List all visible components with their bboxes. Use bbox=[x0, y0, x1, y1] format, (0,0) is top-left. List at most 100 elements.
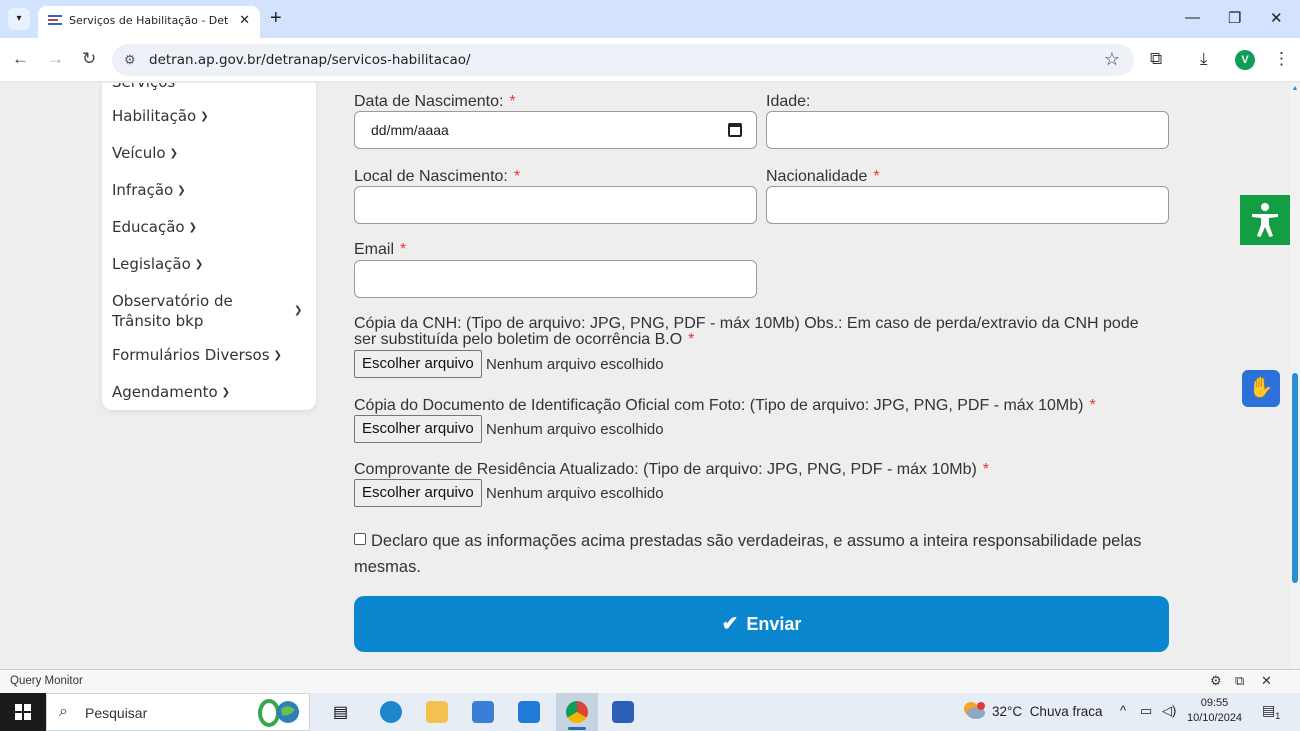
volume-icon[interactable]: ◁) bbox=[1162, 703, 1176, 719]
store-icon bbox=[472, 701, 494, 723]
declaration-text: Declaro que as informações acima prestad… bbox=[354, 532, 1142, 576]
search-placeholder: Pesquisar bbox=[85, 705, 148, 721]
age-label: Idade: bbox=[766, 93, 811, 110]
submit-label: Enviar bbox=[746, 614, 802, 634]
birth-date-label: Data de Nascimento: * bbox=[354, 93, 516, 110]
nationality-input[interactable] bbox=[766, 186, 1169, 224]
tab-search-button[interactable]: ▾ bbox=[8, 8, 30, 30]
chevron-down-icon[interactable]: ❯ bbox=[290, 301, 302, 319]
start-button[interactable] bbox=[0, 693, 46, 731]
sidebar-item-label: Observatório de Trânsito bkp bbox=[112, 292, 233, 330]
clock-date: 10/10/2024 bbox=[1187, 712, 1243, 724]
sidebar-item-legislacao[interactable]: Legislação ❯ bbox=[112, 255, 203, 273]
residence-file-status: Nenhum arquivo escolhido bbox=[486, 485, 664, 502]
taskbar-search[interactable]: ⌕ Pesquisar bbox=[46, 693, 310, 731]
minimize-button[interactable]: — bbox=[1185, 9, 1200, 26]
network-icon[interactable]: ▭ bbox=[1140, 703, 1152, 719]
sidebar-item-educacao[interactable]: Educação ❯ bbox=[112, 218, 197, 236]
chrome-app[interactable] bbox=[556, 693, 598, 731]
browser-toolbar: ← → ↻ ⚙ detran.ap.gov.br/detranap/servic… bbox=[0, 38, 1300, 82]
page-viewport: Serviços Habilitação❯ Veículo❯ Infração❯… bbox=[0, 83, 1300, 669]
cnh-file-button[interactable]: Escolher arquivo bbox=[354, 350, 482, 378]
search-icon: ⌕ bbox=[59, 703, 68, 720]
sidebar-item-infracao[interactable]: Infração ❯ bbox=[112, 181, 186, 199]
browser-tab[interactable]: Serviços de Habilitação - Detran ✕ bbox=[38, 6, 260, 38]
store-app[interactable] bbox=[462, 693, 504, 731]
browser-menu-icon[interactable]: ⋮ bbox=[1273, 49, 1290, 69]
weather-text: 32°C Chuva fraca bbox=[992, 704, 1103, 719]
address-bar[interactable]: ⚙ detran.ap.gov.br/detranap/servicos-hab… bbox=[112, 44, 1134, 76]
submit-button[interactable]: ✔ Enviar bbox=[354, 596, 1169, 652]
tray-chevron-up-icon[interactable]: ^ bbox=[1120, 703, 1126, 718]
sidebar-item-label: Educação bbox=[112, 218, 185, 236]
sidebar-item-label: Formulários Diversos bbox=[112, 346, 270, 364]
sign-language-icon[interactable]: ✋ bbox=[1242, 370, 1280, 407]
close-window-button[interactable]: ✕ bbox=[1270, 9, 1283, 27]
accessibility-icon[interactable] bbox=[1240, 195, 1290, 245]
windows-logo-icon bbox=[15, 704, 31, 720]
notification-icon[interactable]: ▤1 bbox=[1262, 702, 1280, 721]
id-doc-file-status: Nenhum arquivo escolhido bbox=[486, 421, 664, 438]
sidebar-item-servicos[interactable]: Serviços bbox=[112, 83, 175, 91]
nationality-label: Nacionalidade * bbox=[766, 168, 880, 185]
word-icon bbox=[612, 701, 634, 723]
age-input[interactable] bbox=[766, 111, 1169, 149]
chevron-down-icon: ❯ bbox=[200, 111, 209, 122]
query-monitor-title[interactable]: Query Monitor bbox=[10, 675, 83, 687]
close-icon[interactable]: ✕ bbox=[1261, 673, 1272, 689]
birth-date-placeholder: dd/mm/aaaa bbox=[371, 122, 449, 138]
scrollbar-thumb[interactable] bbox=[1292, 373, 1298, 583]
back-icon[interactable]: ← bbox=[12, 49, 29, 69]
birth-place-input[interactable] bbox=[354, 186, 757, 224]
system-clock[interactable]: 09:55 10/10/2024 bbox=[1187, 696, 1242, 726]
site-info-icon[interactable]: ⚙ bbox=[124, 52, 136, 68]
url-text[interactable]: detran.ap.gov.br/detranap/servicos-habil… bbox=[149, 52, 471, 68]
profile-avatar[interactable]: V bbox=[1235, 50, 1255, 70]
extensions-icon[interactable]: ⧉ bbox=[1150, 49, 1162, 69]
birth-date-input[interactable]: dd/mm/aaaa bbox=[354, 111, 757, 149]
calendar-icon[interactable] bbox=[728, 123, 742, 137]
chevron-down-icon: ❯ bbox=[194, 259, 204, 270]
download-icon[interactable]: ⤓ bbox=[1200, 49, 1208, 69]
query-monitor-bar: Query Monitor ⚙ ⧉ ✕ bbox=[0, 669, 1300, 693]
sidebar-item-habilitacao[interactable]: Habilitação ❯ bbox=[112, 107, 209, 125]
chevron-down-icon: ❯ bbox=[169, 148, 178, 159]
sidebar-item-label: Legislação bbox=[112, 255, 191, 273]
restore-button[interactable]: ❐ bbox=[1228, 9, 1241, 27]
cnh-file-status: Nenhum arquivo escolhido bbox=[486, 356, 664, 373]
settings-gear-icon[interactable]: ⚙ bbox=[1210, 673, 1222, 689]
sidebar-item-veiculo[interactable]: Veículo ❯ bbox=[112, 144, 178, 162]
residence-upload-label: Comprovante de Residência Atualizado: (T… bbox=[354, 461, 990, 478]
cnh-upload-label: Cópia da CNH: (Tipo de arquivo: JPG, PNG… bbox=[354, 315, 1139, 348]
email-input[interactable] bbox=[354, 260, 757, 298]
scroll-up-icon[interactable]: ▲ bbox=[1290, 85, 1300, 92]
folder-icon bbox=[426, 701, 448, 723]
mail-app[interactable] bbox=[508, 693, 550, 731]
forward-icon[interactable]: → bbox=[47, 49, 64, 69]
residence-file-button[interactable]: Escolher arquivo bbox=[354, 479, 482, 507]
reload-icon[interactable]: ↻ bbox=[82, 49, 96, 69]
chevron-down-icon: ❯ bbox=[273, 350, 282, 361]
sidebar-item-agendamento[interactable]: Agendamento ❯ bbox=[112, 383, 230, 401]
chevron-down-icon: ❯ bbox=[188, 222, 197, 233]
task-view-button[interactable]: ▤ bbox=[320, 693, 362, 731]
close-tab-icon[interactable]: ✕ bbox=[239, 12, 250, 28]
id-doc-file-button[interactable]: Escolher arquivo bbox=[354, 415, 482, 443]
sidebar-item-label: Agendamento bbox=[112, 383, 218, 401]
sidebar-item-label: Veículo bbox=[112, 144, 166, 162]
edge-app[interactable] bbox=[370, 693, 412, 731]
sidebar-item-label: Habilitação bbox=[112, 107, 197, 125]
bookmark-star-icon[interactable]: ☆ bbox=[1104, 49, 1120, 70]
sidebar-item-observatorio[interactable]: Observatório de Trânsito bkp bbox=[112, 291, 287, 331]
edge-icon bbox=[380, 701, 402, 723]
id-doc-upload-label: Cópia do Documento de Identificação Ofic… bbox=[354, 397, 1096, 414]
dock-icon[interactable]: ⧉ bbox=[1235, 673, 1244, 689]
sidebar-item-formularios[interactable]: Formulários Diversos ❯ bbox=[112, 346, 282, 364]
new-tab-button[interactable]: + bbox=[270, 8, 282, 28]
windows-taskbar: ⌕ Pesquisar ▤ 32°C Chuva fraca ^ ▭ ◁) 09… bbox=[0, 693, 1300, 731]
word-app[interactable] bbox=[602, 693, 644, 731]
file-explorer-app[interactable] bbox=[416, 693, 458, 731]
sidebar-menu: Serviços Habilitação❯ Veículo❯ Infração❯… bbox=[102, 83, 316, 410]
birth-place-label: Local de Nascimento: * bbox=[354, 168, 521, 185]
clock-time: 09:55 bbox=[1200, 697, 1229, 709]
